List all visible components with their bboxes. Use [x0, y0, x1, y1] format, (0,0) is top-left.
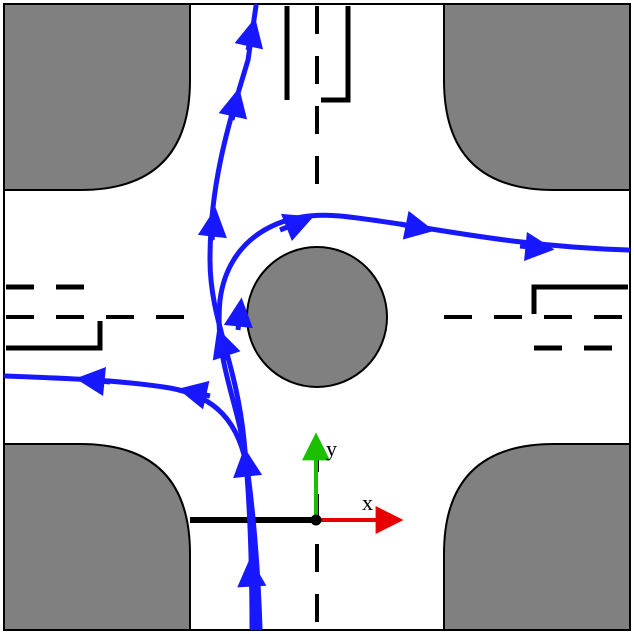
center-island: [247, 247, 387, 387]
diagram-svg: [0, 0, 634, 634]
origin-point: [311, 515, 322, 526]
roundabout-diagram: x y: [0, 0, 634, 634]
